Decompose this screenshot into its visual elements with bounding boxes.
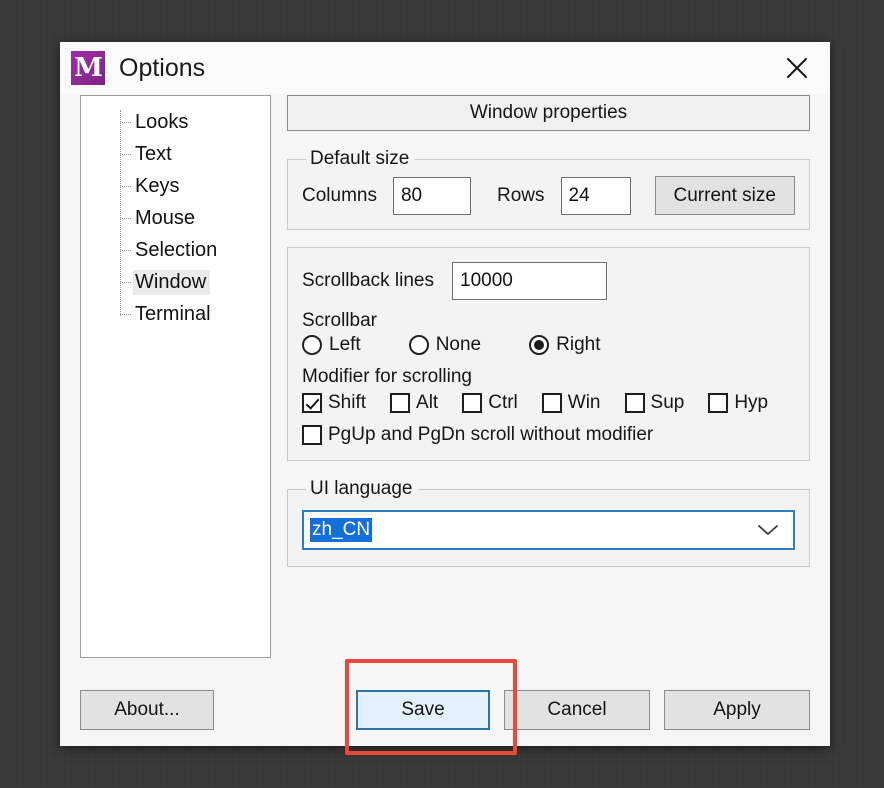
tree-branch-icon [120, 154, 131, 155]
modifier-for-scrolling-label: Modifier for scrolling [302, 366, 472, 387]
title-bar: M Options [60, 42, 830, 94]
modifier-checkbox-label: Sup [650, 392, 685, 413]
sidebar-item-label: Terminal [135, 302, 211, 325]
scrollback-lines-input[interactable] [452, 262, 607, 300]
tree-branch-icon [120, 122, 131, 123]
modifier-checkbox-label: Hyp [734, 392, 769, 413]
checkbox-icon [390, 393, 411, 413]
tree-list: Looks Text Keys Mouse Selection Window T… [81, 106, 270, 330]
sidebar-item-label: Selection [135, 238, 218, 261]
apply-button[interactable]: Apply [664, 690, 810, 730]
tree-branch-icon [120, 218, 131, 219]
ui-language-group: UI language zh_CN [287, 478, 810, 567]
scrollbar-option-right[interactable]: Right [529, 334, 600, 356]
modifier-checkbox-sup[interactable]: Sup [624, 392, 685, 414]
scrollback-lines-label: Scrollback lines [302, 270, 434, 291]
dialog-body: Looks Text Keys Mouse Selection Window T… [60, 94, 830, 674]
cancel-button[interactable]: Cancel [504, 690, 650, 730]
sidebar-item-label: Keys [135, 174, 180, 197]
rows-label: Rows [496, 184, 545, 206]
checkbox-icon [541, 393, 562, 413]
tree-branch-icon [120, 282, 131, 283]
modifier-checkbox-label: Alt [416, 392, 439, 413]
window-title: Options [119, 53, 206, 82]
current-size-button[interactable]: Current size [654, 176, 795, 215]
checkbox-icon [708, 393, 729, 413]
footer-action-buttons: Save Cancel Apply [356, 690, 810, 730]
rows-input[interactable] [560, 176, 631, 215]
default-size-group: Default size Columns Rows Current size [287, 148, 810, 230]
scrollbar-option-label: Right [556, 334, 601, 355]
modifier-checkbox-group: Shift Alt Ctrl Win Sup Hyp [302, 392, 795, 414]
tree-branch-icon [120, 186, 131, 187]
app-logo-icon: M [71, 51, 105, 85]
ui-language-combobox[interactable]: zh_CN [302, 510, 795, 550]
modifier-checkbox-alt[interactable]: Alt [390, 392, 438, 414]
modifier-checkbox-ctrl[interactable]: Ctrl [462, 392, 518, 414]
options-dialog: M Options Looks Text Keys Mouse Selectio… [60, 42, 830, 755]
ui-language-legend: UI language [310, 478, 413, 499]
checkbox-icon [462, 393, 483, 413]
checkbox-icon [624, 393, 645, 413]
dialog-footer: About... Save Cancel Apply [60, 659, 830, 755]
scrollbar-option-none[interactable]: None [408, 334, 482, 356]
sidebar-item-selection[interactable]: Selection [119, 234, 270, 266]
sidebar-item-mouse[interactable]: Mouse [119, 202, 270, 234]
radio-icon [302, 335, 322, 355]
modifier-checkbox-hyp[interactable]: Hyp [708, 392, 768, 414]
sidebar-item-text[interactable]: Text [119, 138, 270, 170]
checkbox-icon [302, 393, 322, 413]
close-icon[interactable] [776, 50, 818, 86]
sidebar-item-terminal[interactable]: Terminal [119, 298, 270, 330]
scrollbar-radio-group: Left None Right [302, 334, 795, 356]
about-button[interactable]: About... [80, 690, 214, 730]
scrollbar-option-left[interactable]: Left [302, 334, 361, 356]
sidebar-item-label: Text [135, 142, 172, 165]
scrollbar-option-label: Left [329, 334, 361, 355]
scrolling-group: Scrollback lines Scrollbar Left None [287, 247, 810, 461]
modifier-checkbox-label: Ctrl [488, 392, 518, 413]
default-size-legend: Default size [310, 148, 410, 169]
modifier-checkbox-label: Shift [328, 392, 367, 413]
sidebar-item-label: Looks [135, 110, 189, 133]
modifier-checkbox-label: Win [567, 392, 601, 413]
radio-icon [408, 335, 429, 355]
scrollback-row: Scrollback lines [302, 262, 795, 300]
window-properties-header[interactable]: Window properties [287, 95, 810, 131]
save-button[interactable]: Save [356, 690, 490, 730]
sidebar-item-label: Window [133, 269, 211, 295]
modifier-checkbox-shift[interactable]: Shift [302, 392, 366, 414]
sidebar-item-window[interactable]: Window [119, 266, 270, 298]
scrollbar-label: Scrollbar [302, 310, 377, 331]
checkbox-icon [302, 425, 322, 445]
sidebar-item-keys[interactable]: Keys [119, 170, 270, 202]
ui-language-selected-value: zh_CN [310, 517, 373, 543]
sidebar-item-looks[interactable]: Looks [119, 106, 270, 138]
scrollbar-option-label: None [435, 334, 482, 355]
columns-input[interactable] [392, 176, 471, 215]
settings-category-tree[interactable]: Looks Text Keys Mouse Selection Window T… [80, 95, 271, 658]
sidebar-item-label: Mouse [135, 206, 196, 229]
pgup-pgdn-label: PgUp and PgDn scroll without modifier [328, 424, 654, 445]
settings-pane: Window properties Default size Columns R… [287, 95, 810, 674]
tree-branch-icon [120, 314, 131, 315]
default-size-row: Columns Rows Current size [302, 176, 795, 215]
modifier-checkbox-win[interactable]: Win [541, 392, 601, 414]
pgup-pgdn-row: PgUp and PgDn scroll without modifier [302, 424, 795, 446]
pgup-pgdn-checkbox[interactable]: PgUp and PgDn scroll without modifier [302, 424, 653, 446]
columns-label: Columns [302, 184, 377, 206]
radio-icon [529, 335, 550, 355]
chevron-down-icon[interactable] [757, 512, 779, 548]
tree-branch-icon [120, 250, 131, 251]
